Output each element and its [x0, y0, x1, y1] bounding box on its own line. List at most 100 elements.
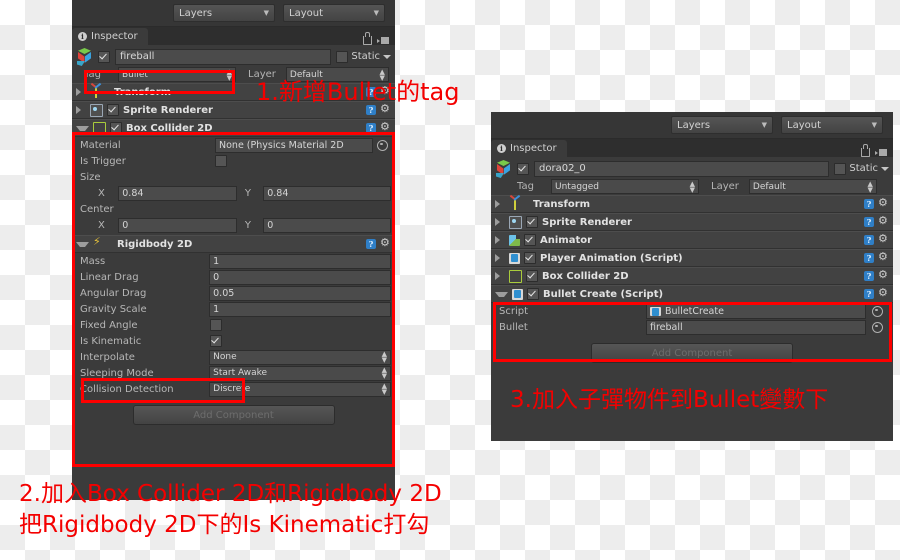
component-enabled-checkbox[interactable] [110, 122, 122, 134]
linear-drag-input[interactable]: 0 [209, 269, 391, 285]
gear-icon[interactable] [878, 269, 889, 282]
help-icon[interactable]: ? [864, 199, 874, 209]
foldout-arrow-icon[interactable] [495, 254, 505, 262]
center-x-input[interactable]: 0 [118, 217, 237, 233]
foldout-arrow-icon[interactable] [495, 272, 505, 280]
foldout-arrow-icon[interactable] [76, 241, 89, 247]
static-toggle-group[interactable]: Static [834, 162, 889, 175]
is-kinematic-checkbox[interactable] [210, 335, 222, 347]
lock-icon[interactable] [363, 32, 372, 45]
object-picker-icon[interactable] [872, 321, 883, 333]
material-field[interactable]: None (Physics Material 2D [215, 137, 373, 153]
help-icon[interactable]: ? [366, 123, 376, 133]
transform-icon [509, 194, 521, 210]
gear-icon[interactable] [878, 251, 889, 264]
component-enabled-checkbox[interactable] [107, 104, 119, 116]
component-header-bullet-create-script[interactable]: Bullet Create (Script) ? [491, 285, 893, 303]
add-component-button[interactable]: Add Component [591, 343, 793, 363]
tag-value: Bullet [122, 69, 148, 80]
gear-icon[interactable] [878, 287, 889, 300]
component-header-sprite-renderer[interactable]: Sprite Renderer ? [491, 213, 893, 231]
foldout-arrow-icon[interactable] [495, 218, 505, 226]
add-component-button[interactable]: Add Component [132, 405, 335, 425]
interpolate-dropdown[interactable]: None ▲ ▼ [209, 349, 391, 365]
foldout-arrow-icon[interactable] [76, 106, 86, 114]
size-x-input[interactable]: 0.84 [118, 185, 237, 201]
center-y-input[interactable]: 0 [263, 217, 391, 233]
gear-icon[interactable] [878, 215, 889, 228]
object-enabled-checkbox[interactable] [517, 162, 529, 175]
static-checkbox[interactable] [834, 162, 847, 175]
chevron-down-icon[interactable] [881, 166, 889, 171]
gear-icon[interactable] [878, 197, 889, 210]
static-label: Static [351, 51, 380, 62]
component-header-animator[interactable]: Animator ? [491, 231, 893, 249]
component-enabled-checkbox[interactable] [526, 270, 538, 282]
tag-dropdown[interactable]: Untagged ▲ ▼ [551, 179, 699, 194]
sleeping-mode-dropdown[interactable]: Start Awake ▲ ▼ [209, 365, 391, 381]
help-icon[interactable]: ? [366, 239, 376, 249]
gear-icon[interactable] [878, 233, 889, 246]
angular-drag-input[interactable]: 0.05 [209, 285, 391, 301]
interpolate-label: Interpolate [80, 351, 135, 363]
layout-dropdown[interactable]: Layout ▼ [283, 4, 385, 22]
component-title: Transform [114, 86, 172, 98]
tab-inspector[interactable]: i Inspector [491, 140, 567, 157]
foldout-arrow-icon[interactable] [495, 236, 505, 244]
foldout-arrow-icon[interactable] [76, 88, 86, 96]
foldout-arrow-icon[interactable] [495, 291, 508, 297]
layout-label: Layout [289, 7, 323, 19]
foldout-arrow-icon[interactable] [76, 125, 89, 131]
object-enabled-checkbox[interactable] [98, 50, 110, 63]
component-title: Box Collider 2D [542, 270, 629, 282]
component-header-box-collider-2d[interactable]: Box Collider 2D ? [491, 267, 893, 285]
component-enabled-checkbox[interactable] [526, 216, 538, 228]
collision-detection-dropdown[interactable]: Discrete ▲ ▼ [209, 381, 391, 397]
object-picker-icon[interactable] [377, 139, 388, 151]
tag-dropdown[interactable]: Bullet ▲ ▼ [118, 67, 236, 82]
bullet-field[interactable]: fireball [646, 319, 866, 335]
help-icon[interactable]: ? [864, 235, 874, 245]
updown-arrows-icon: ▲ ▼ [689, 179, 695, 194]
gear-icon[interactable] [380, 121, 391, 134]
help-icon[interactable]: ? [864, 289, 874, 299]
layers-dropdown[interactable]: Layers ▼ [173, 4, 275, 22]
size-x-label: X [98, 187, 105, 199]
chevron-down-icon[interactable] [383, 54, 391, 59]
component-actions: ? [366, 121, 391, 134]
component-enabled-checkbox[interactable] [524, 234, 536, 246]
tab-inspector[interactable]: i Inspector [72, 28, 148, 45]
hamburger-menu-icon[interactable] [875, 149, 887, 156]
material-label: Material [80, 139, 121, 151]
mass-input[interactable]: 1 [209, 253, 391, 269]
component-header-player-animation-script[interactable]: Player Animation (Script) ? [491, 249, 893, 267]
static-toggle-group[interactable]: Static [336, 50, 391, 63]
help-icon[interactable]: ? [864, 253, 874, 263]
static-checkbox[interactable] [336, 50, 349, 63]
component-header-transform[interactable]: Transform ? [491, 194, 893, 213]
fixed-angle-label: Fixed Angle [80, 319, 138, 331]
script-field[interactable]: BulletCreate [646, 303, 866, 319]
component-header-box-collider-2d[interactable]: Box Collider 2D ? [72, 119, 395, 137]
object-name-input[interactable]: fireball [115, 48, 332, 65]
lock-icon[interactable] [861, 144, 870, 157]
object-name-input[interactable]: dora02_0 [534, 160, 830, 177]
help-icon[interactable]: ? [864, 271, 874, 281]
row-sleeping-mode: Sleeping Mode Start Awake ▲ ▼ [72, 365, 395, 381]
fixed-angle-checkbox[interactable] [210, 319, 222, 331]
layers-dropdown[interactable]: Layers ▼ [671, 116, 773, 134]
gear-icon[interactable] [380, 237, 391, 250]
hamburger-menu-icon[interactable] [377, 37, 389, 44]
component-header-rigidbody-2d[interactable]: Rigidbody 2D ? [72, 235, 395, 253]
layer-dropdown[interactable]: Default ▲ ▼ [748, 179, 877, 194]
size-y-input[interactable]: 0.84 [263, 185, 391, 201]
foldout-arrow-icon[interactable] [495, 200, 505, 208]
right-tag-layer-row: Tag Untagged ▲ ▼ Layer Default ▲ ▼ [491, 178, 893, 195]
gravity-scale-input[interactable]: 1 [209, 301, 391, 317]
component-enabled-checkbox[interactable] [524, 252, 536, 264]
layout-dropdown[interactable]: Layout ▼ [781, 116, 883, 134]
object-picker-icon[interactable] [872, 305, 883, 317]
help-icon[interactable]: ? [864, 217, 874, 227]
component-enabled-checkbox[interactable] [527, 288, 539, 300]
is-trigger-checkbox[interactable] [215, 155, 227, 167]
